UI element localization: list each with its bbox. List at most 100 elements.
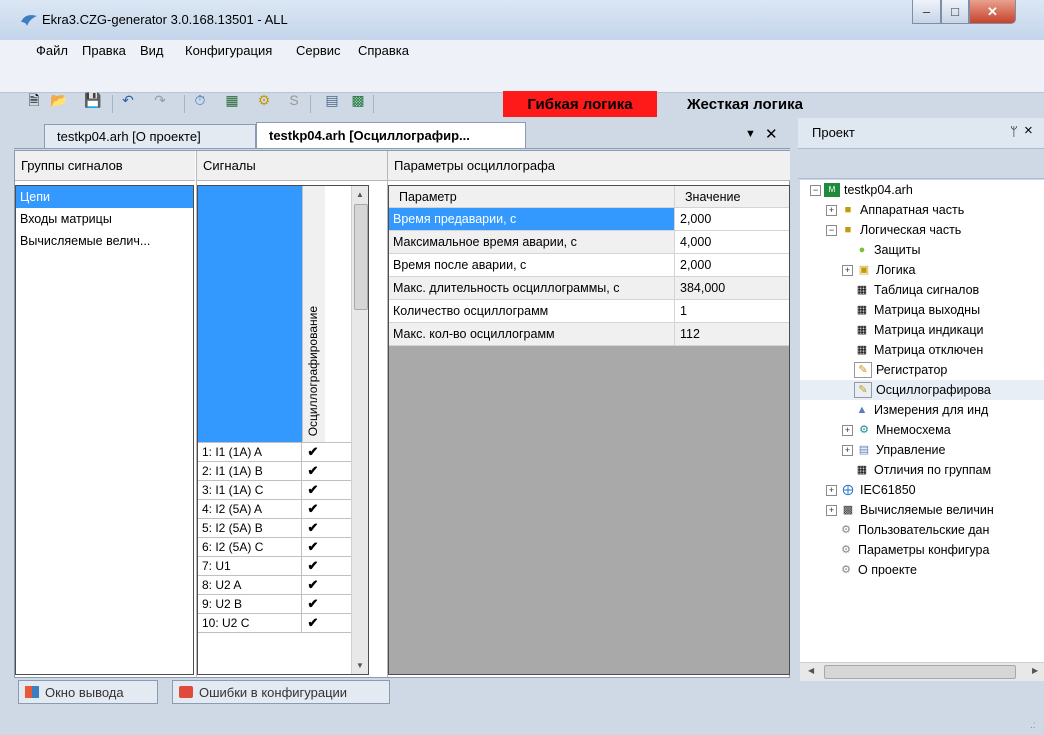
signal-row[interactable]: 4: I2 (5A) A ✔ bbox=[198, 500, 368, 519]
tree-node[interactable]: ● Защиты bbox=[800, 240, 1044, 260]
tree-root[interactable]: − Mtestkp04.arh bbox=[800, 180, 1044, 200]
param-row[interactable]: Макс. кол-во осциллограмм 112 bbox=[389, 323, 789, 346]
check-icon[interactable]: ✔ bbox=[302, 557, 324, 575]
signal-row[interactable]: 7: U1 ✔ bbox=[198, 557, 368, 576]
tree-node[interactable]: ▦ Матрица отключен bbox=[800, 340, 1044, 360]
collapse-icon[interactable]: − bbox=[810, 184, 821, 196]
menu-file[interactable]: Файл bbox=[36, 43, 68, 58]
collapse-icon[interactable]: − bbox=[826, 224, 837, 236]
tree-node[interactable]: ▲ Измерения для инд bbox=[800, 400, 1044, 420]
signal-row[interactable]: 8: U2 A ✔ bbox=[198, 576, 368, 595]
grid-icon[interactable]: ▦ bbox=[224, 92, 240, 108]
save-icon[interactable]: 💾 bbox=[84, 92, 101, 108]
new-file-icon[interactable]: 🗎 bbox=[26, 92, 42, 108]
signal-row[interactable]: 2: I1 (1A) B ✔ bbox=[198, 462, 368, 481]
param-column-header[interactable]: Параметр bbox=[389, 186, 675, 207]
tree-node[interactable]: ▦ Матрица индикаци bbox=[800, 320, 1044, 340]
s-icon[interactable]: S bbox=[286, 92, 302, 108]
param-row[interactable]: Время предаварии, с 2,000 bbox=[389, 208, 789, 231]
tab-oscillography[interactable]: testkp04.arh [Осциллографир... bbox=[256, 122, 526, 148]
param-value[interactable]: 2,000 bbox=[675, 254, 789, 276]
tab-output-window[interactable]: Окно вывода bbox=[18, 680, 158, 704]
close-window-button[interactable]: ✕ bbox=[969, 0, 1016, 24]
settings-icon[interactable]: ⚙ bbox=[256, 92, 272, 108]
tree-node[interactable]: ▦ Матрица выходны bbox=[800, 300, 1044, 320]
panel-close-icon[interactable]: × bbox=[1024, 122, 1033, 139]
signal-row[interactable]: 9: U2 B ✔ bbox=[198, 595, 368, 614]
param-row[interactable]: Макс. длительность осциллограммы, с 384,0… bbox=[389, 277, 789, 300]
oscillography-column-header[interactable]: Осциллографирование bbox=[303, 186, 325, 442]
tree-node[interactable]: + ⚙ Мнемосхема bbox=[800, 420, 1044, 440]
param-value[interactable]: 2,000 bbox=[675, 208, 789, 230]
expand-icon[interactable]: + bbox=[842, 444, 853, 456]
param-value[interactable]: 4,000 bbox=[675, 231, 789, 253]
redo-icon[interactable]: ↷ bbox=[152, 92, 168, 108]
tree-node[interactable]: + ⨁ IEC61850 bbox=[800, 480, 1044, 500]
param-value[interactable]: 112 bbox=[675, 323, 789, 345]
tab-about-project[interactable]: testkp04.arh [О проекте] bbox=[44, 124, 256, 148]
signals-scrollbar[interactable]: ▲ ▼ bbox=[351, 186, 368, 674]
check-icon[interactable]: ✔ bbox=[302, 519, 324, 537]
tree-node[interactable]: ✎ Осциллографирова bbox=[800, 380, 1044, 400]
scroll-left-icon[interactable]: ◀ bbox=[808, 666, 814, 675]
expand-icon[interactable]: + bbox=[826, 504, 837, 516]
param-row[interactable]: Время после аварии, с 2,000 bbox=[389, 254, 789, 277]
tree-node[interactable]: − ■ Логическая часть bbox=[800, 220, 1044, 240]
check-icon[interactable]: ✔ bbox=[302, 538, 324, 556]
tree-node[interactable]: ⚙ Параметры конфигура bbox=[800, 540, 1044, 560]
expand-icon[interactable]: + bbox=[842, 264, 853, 276]
tab-dropdown-icon[interactable]: ▼ bbox=[745, 128, 756, 140]
menu-view[interactable]: Вид bbox=[140, 43, 164, 58]
expand-icon[interactable]: + bbox=[842, 424, 853, 436]
check-icon[interactable]: ✔ bbox=[302, 462, 324, 480]
group-item[interactable]: Цепи bbox=[16, 186, 193, 208]
check-icon[interactable]: ✔ bbox=[302, 443, 324, 461]
check-icon[interactable]: ✔ bbox=[302, 481, 324, 499]
flex-logic-button[interactable]: Гибкая логика bbox=[503, 91, 657, 117]
resize-grip-icon[interactable]: .: bbox=[1030, 720, 1036, 731]
expand-icon[interactable]: + bbox=[826, 484, 837, 496]
undo-icon[interactable]: ↶ bbox=[120, 92, 136, 108]
tree-node[interactable]: + ■ Аппаратная часть bbox=[800, 200, 1044, 220]
tree-node[interactable]: ✎ Регистратор bbox=[800, 360, 1044, 380]
scrollbar-thumb[interactable] bbox=[824, 665, 1016, 679]
hard-logic-button[interactable]: Жесткая логика bbox=[661, 91, 829, 117]
expand-icon[interactable]: + bbox=[826, 204, 837, 216]
tree-node[interactable]: + ▣ Логика bbox=[800, 260, 1044, 280]
signal-row[interactable]: 6: I2 (5A) C ✔ bbox=[198, 538, 368, 557]
signal-row[interactable]: 10: U2 C ✔ bbox=[198, 614, 368, 633]
signal-row[interactable]: 1: I1 (1A) A ✔ bbox=[198, 443, 368, 462]
check-icon[interactable]: ✔ bbox=[302, 614, 324, 632]
tree-node[interactable]: + ▩ Вычисляемые величин bbox=[800, 500, 1044, 520]
signal-row[interactable]: 3: I1 (1A) C ✔ bbox=[198, 481, 368, 500]
param-row[interactable]: Максимальное время аварии, с 4,000 bbox=[389, 231, 789, 254]
tab-close-icon[interactable]: ✕ bbox=[765, 125, 778, 143]
scroll-right-icon[interactable]: ▶ bbox=[1032, 666, 1038, 675]
tree-node[interactable]: ⚙ О проекте bbox=[800, 560, 1044, 580]
tree-node[interactable]: ⚙ Пользовательские дан bbox=[800, 520, 1044, 540]
param-row[interactable]: Количество осциллограмм 1 bbox=[389, 300, 789, 323]
timer-icon[interactable]: ⏱ bbox=[192, 92, 208, 108]
list-icon[interactable]: ▤ bbox=[324, 92, 340, 108]
maximize-button[interactable]: □ bbox=[941, 0, 969, 24]
group-item[interactable]: Входы матрицы bbox=[16, 208, 193, 230]
value-column-header[interactable]: Значение bbox=[675, 186, 789, 207]
pin-icon[interactable]: ᛘ bbox=[1010, 124, 1018, 139]
open-folder-icon[interactable]: 📂 bbox=[50, 92, 67, 108]
signal-row[interactable]: 5: I2 (5A) B ✔ bbox=[198, 519, 368, 538]
minimize-button[interactable]: – bbox=[912, 0, 941, 24]
excel-icon[interactable]: ▩ bbox=[350, 92, 366, 108]
check-icon[interactable]: ✔ bbox=[302, 576, 324, 594]
tree-node[interactable]: + ▤ Управление bbox=[800, 440, 1044, 460]
menu-configuration[interactable]: Конфигурация bbox=[185, 43, 272, 58]
menu-help[interactable]: Справка bbox=[358, 43, 409, 58]
check-icon[interactable]: ✔ bbox=[302, 595, 324, 613]
project-hscrollbar[interactable]: ◀ ▶ bbox=[800, 662, 1044, 681]
param-value[interactable]: 1 bbox=[675, 300, 789, 322]
scrollbar-thumb[interactable] bbox=[354, 204, 368, 310]
tree-node[interactable]: ▦ Отличия по группам bbox=[800, 460, 1044, 480]
group-item[interactable]: Вычисляемые велич... bbox=[16, 230, 193, 252]
menu-service[interactable]: Сервис bbox=[296, 43, 341, 58]
tab-config-errors[interactable]: Ошибки в конфигурации bbox=[172, 680, 390, 704]
param-value[interactable]: 384,000 bbox=[675, 277, 789, 299]
